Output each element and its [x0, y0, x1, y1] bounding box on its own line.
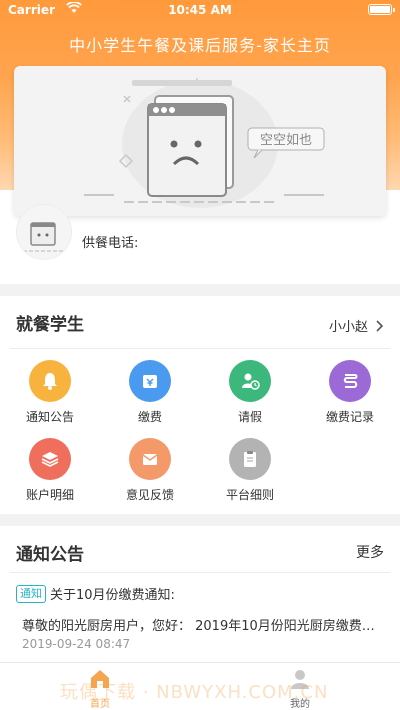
banner-empty-placeholder[interactable]: 空空如也 [14, 66, 386, 216]
grid-item-platform-rules[interactable]: 平台细则 [200, 438, 300, 508]
notice-body[interactable]: 尊敬的阳光厨房用户，您好： 2019年10月份阳光厨房缴费通知 [22, 615, 384, 634]
battery-icon [368, 4, 395, 15]
section-title-notice: 通知公告 [16, 545, 84, 565]
clock: 10:45 AM [168, 3, 232, 17]
record-icon [329, 360, 371, 402]
tab-bar: 首页 我的 [0, 662, 400, 710]
section-title-students: 就餐学生 [16, 315, 84, 335]
avatar[interactable] [16, 204, 72, 260]
notice-tag: 通知 [16, 584, 46, 603]
selected-student-name: 小小赵 [328, 320, 368, 335]
tab-label: 我的 [290, 699, 310, 710]
more-link[interactable]: 更多 [356, 542, 384, 562]
divider [10, 348, 390, 349]
notice-headline: 关于10月份缴费通知: [50, 588, 175, 603]
user-icon [291, 670, 309, 689]
wallet-icon [129, 360, 171, 402]
tab-mine[interactable]: 我的 [260, 667, 340, 710]
grid-label: 账户明细 [25, 488, 74, 502]
notice-item[interactable]: 通知 关于10月份缴费通知: [16, 584, 175, 603]
grid-item-leave[interactable]: 请假 [200, 360, 300, 430]
status-bar: Carrier 10:45 AM [0, 0, 400, 20]
notice-date: 2019-09-24 08:47 [22, 637, 131, 651]
grid-label: 缴费 [137, 410, 162, 424]
document-icon [229, 438, 271, 480]
layers-icon [29, 438, 71, 480]
bell-icon [29, 360, 71, 402]
divider [10, 572, 390, 573]
empty-text: 空空如也 [260, 132, 312, 148]
empty-illustration: 空空如也 [84, 78, 325, 208]
grid-item-account-details[interactable]: 账户明细 [0, 438, 100, 508]
grid-label: 通知公告 [25, 410, 74, 424]
person-clock-icon [229, 360, 271, 402]
grid-label: 平台细则 [225, 488, 274, 502]
supply-phone-label: 供餐电话: [82, 236, 139, 251]
grid-item-payment[interactable]: 缴费 [100, 360, 200, 430]
tab-label: 首页 [90, 699, 110, 710]
tab-home[interactable]: 首页 [60, 667, 140, 710]
student-selector[interactable]: 小小赵 [329, 316, 384, 335]
grid-label: 缴费记录 [325, 410, 374, 424]
page-title: 中小学生午餐及课后服务-家长主页 [69, 36, 331, 55]
grid-item-notice[interactable]: 通知公告 [0, 360, 100, 430]
grid-item-feedback[interactable]: 意见反馈 [100, 438, 200, 508]
notice-section: 通知公告 更多 通知 关于10月份缴费通知: 尊敬的阳光厨房用户，您好： 201… [0, 526, 400, 662]
grid-label: 请假 [237, 410, 262, 424]
avatar-placeholder-icon [23, 222, 67, 252]
grid-label: 意见反馈 [125, 488, 174, 502]
envelope-icon [129, 438, 171, 480]
students-section: 就餐学生 小小赵 通知公告 缴费 请假 缴费记录 账户明细 意见反馈 平台细则 [0, 296, 400, 514]
grid-item-payment-records[interactable]: 缴费记录 [300, 360, 400, 430]
home-icon [91, 670, 109, 688]
chevron-right-icon [376, 319, 384, 332]
